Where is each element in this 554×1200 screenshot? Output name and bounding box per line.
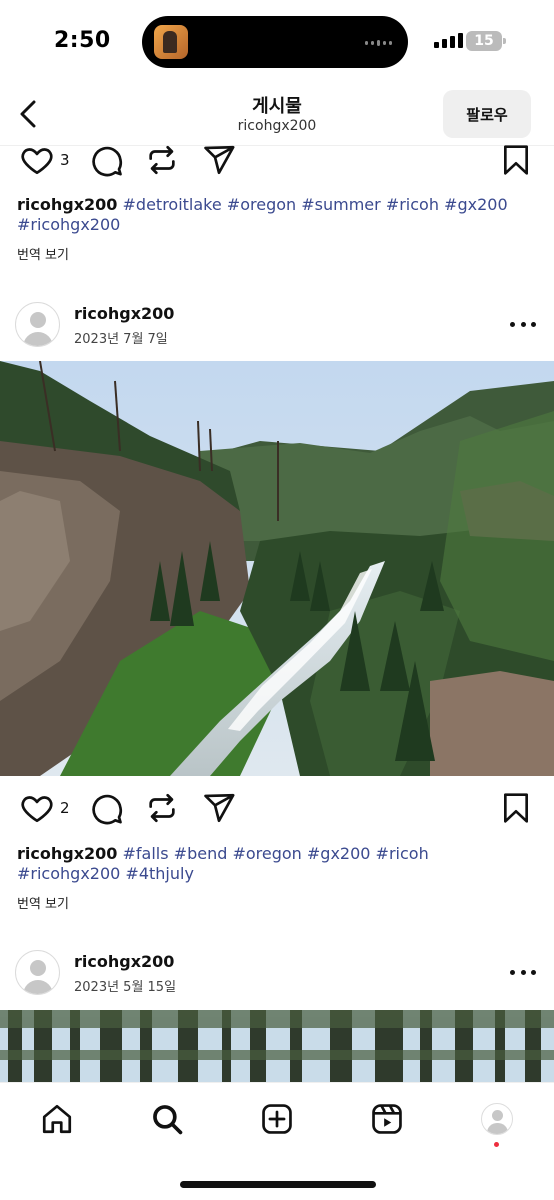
post-2-caption: ricohgx200 #falls #bend #oregon #gx200 #… bbox=[17, 844, 537, 884]
post-photo[interactable] bbox=[0, 1010, 554, 1082]
profile-icon bbox=[481, 1103, 513, 1135]
caption-username[interactable]: ricohgx200 bbox=[17, 844, 117, 863]
send-icon bbox=[204, 793, 235, 823]
bookmark-icon bbox=[504, 793, 528, 823]
caption-username[interactable]: ricohgx200 bbox=[17, 195, 117, 214]
tab-reels[interactable] bbox=[365, 1097, 409, 1141]
like-count: 2 bbox=[60, 799, 70, 817]
repost-icon bbox=[149, 145, 175, 175]
post-2-actions: 2 bbox=[0, 791, 554, 831]
battery-icon: 15 bbox=[466, 31, 506, 51]
forest-photo bbox=[0, 1010, 554, 1082]
now-playing-thumbnail bbox=[154, 25, 188, 59]
top-header: 게시물 ricohgx200 팔로우 bbox=[0, 84, 554, 146]
home-indicator[interactable] bbox=[180, 1181, 376, 1188]
audio-wave-icon bbox=[365, 40, 392, 46]
heart-icon bbox=[21, 148, 53, 175]
status-time: 2:50 bbox=[54, 28, 111, 53]
signal-icon bbox=[434, 33, 463, 48]
comment-icon bbox=[92, 794, 123, 825]
post-2-header: ricohgx200 2023년 7월 7일 bbox=[0, 302, 554, 350]
post-date: 2023년 7월 7일 bbox=[74, 332, 168, 347]
river-canyon-photo bbox=[0, 361, 554, 776]
share-button[interactable] bbox=[202, 143, 236, 177]
repost-button[interactable] bbox=[145, 791, 179, 825]
post-3-header: ricohgx200 2023년 5월 15일 bbox=[0, 950, 554, 998]
send-icon bbox=[204, 145, 235, 175]
like-button[interactable]: 3 bbox=[20, 143, 70, 177]
tab-home[interactable] bbox=[35, 1097, 79, 1141]
comment-icon bbox=[92, 146, 123, 177]
repost-button[interactable] bbox=[145, 143, 179, 177]
create-icon bbox=[262, 1104, 292, 1134]
more-options-button[interactable] bbox=[510, 964, 536, 980]
home-icon bbox=[42, 1104, 72, 1134]
see-translation-link[interactable]: 번역 보기 bbox=[17, 244, 69, 263]
like-count: 3 bbox=[60, 151, 70, 169]
post-1-actions: 3 bbox=[0, 143, 554, 183]
save-button[interactable] bbox=[500, 143, 532, 177]
save-button[interactable] bbox=[500, 791, 532, 825]
post-1-caption: ricohgx200 #detroitlake #oregon #summer … bbox=[17, 195, 537, 235]
post-photo[interactable] bbox=[0, 361, 554, 776]
avatar[interactable] bbox=[15, 302, 60, 347]
post-date: 2023년 5월 15일 bbox=[74, 980, 177, 995]
status-bar: 2:50 15 bbox=[0, 0, 554, 84]
notification-dot bbox=[494, 1142, 499, 1147]
tab-create[interactable] bbox=[255, 1097, 299, 1141]
comment-button[interactable] bbox=[90, 791, 124, 825]
share-button[interactable] bbox=[202, 791, 236, 825]
search-icon bbox=[153, 1105, 183, 1135]
post-username[interactable]: ricohgx200 bbox=[74, 304, 174, 323]
follow-button[interactable]: 팔로우 bbox=[443, 90, 531, 138]
see-translation-link[interactable]: 번역 보기 bbox=[17, 893, 69, 912]
repost-icon bbox=[149, 793, 175, 823]
avatar[interactable] bbox=[15, 950, 60, 995]
bookmark-icon bbox=[504, 145, 528, 175]
dynamic-island[interactable] bbox=[142, 16, 408, 68]
like-button[interactable]: 2 bbox=[20, 791, 70, 825]
heart-icon bbox=[21, 796, 53, 823]
more-options-button[interactable] bbox=[510, 316, 536, 332]
tab-profile[interactable] bbox=[475, 1097, 519, 1141]
comment-button[interactable] bbox=[90, 143, 124, 177]
post-username[interactable]: ricohgx200 bbox=[74, 952, 174, 971]
tab-search[interactable] bbox=[145, 1097, 189, 1141]
reels-icon bbox=[372, 1104, 402, 1134]
